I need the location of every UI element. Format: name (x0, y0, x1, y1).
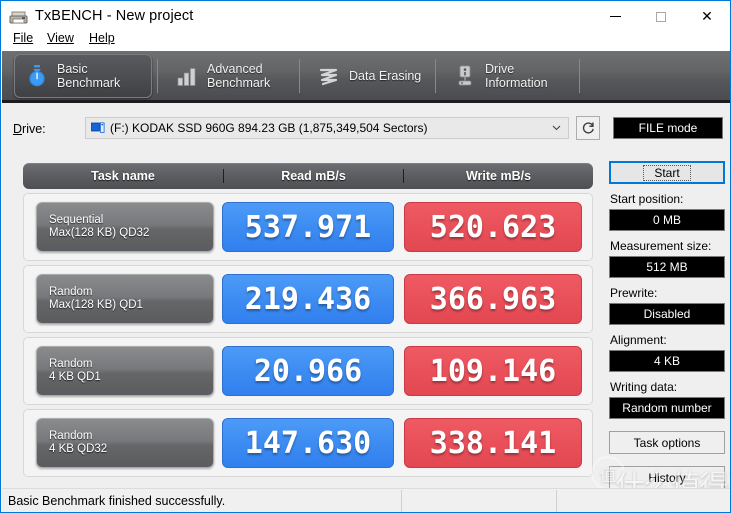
file-mode-button[interactable]: FILE mode (613, 117, 723, 139)
header-write: Write mB/s (403, 169, 593, 183)
status-message: Basic Benchmark finished successfully. (2, 490, 402, 512)
start-position-value[interactable]: 0 MB (609, 209, 725, 231)
task-button[interactable]: Random 4 KB QD32 (36, 418, 214, 468)
write-value: 338.141 (404, 418, 582, 468)
drive-info-icon (458, 65, 472, 86)
read-value: 147.630 (222, 418, 394, 468)
task-name-line1: Random (49, 358, 93, 370)
menu-view-label: View (47, 31, 74, 45)
task-name-line2: Max(128 KB) QD1 (49, 299, 143, 311)
write-value: 520.623 (404, 202, 582, 252)
maximize-icon (656, 11, 666, 22)
minimize-button[interactable] (592, 1, 638, 32)
close-button[interactable]: ✕ (684, 1, 730, 32)
refresh-icon (582, 121, 594, 133)
task-button[interactable]: Random Max(128 KB) QD1 (36, 274, 214, 324)
tab-separator-2 (299, 59, 300, 93)
measurement-size-value[interactable]: 512 MB (609, 256, 725, 278)
alignment-label: Alignment: (610, 333, 667, 347)
benchmark-results: Task name Read mB/s Write mB/s Sequentia… (23, 163, 593, 477)
bar-chart-icon (177, 68, 196, 86)
task-name-line2: Max(128 KB) QD32 (49, 227, 150, 239)
writing-data-value[interactable]: Random number (609, 397, 725, 419)
measurement-size-label: Measurement size: (610, 239, 712, 253)
read-value: 20.966 (222, 346, 394, 396)
tab-basic-benchmark[interactable]: Basic Benchmark (14, 54, 152, 98)
menu-bar: File View Help (1, 29, 730, 49)
drive-select[interactable]: (F:) KODAK SSD 960G 894.23 GB (1,875,349… (85, 117, 569, 139)
task-name-line1: Sequential (49, 214, 104, 226)
menu-file-label: File (13, 31, 34, 45)
task-button[interactable]: Random 4 KB QD1 (36, 346, 214, 396)
prewrite-value[interactable]: Disabled (609, 303, 725, 325)
table-row: Random 4 KB QD32 147.630 338.141 (23, 409, 593, 477)
window-title: TxBENCH - New project (35, 8, 194, 24)
read-value: 537.971 (222, 202, 394, 252)
tab-separator-4 (579, 59, 580, 93)
hard-drive-icon (91, 122, 105, 133)
tab-drive-information[interactable]: Drive Information (443, 54, 575, 98)
settings-sidebar: Start Start position: 0 MB Measurement s… (609, 161, 727, 489)
maximize-button[interactable] (638, 1, 684, 32)
table-row: Random Max(128 KB) QD1 219.436 366.963 (23, 265, 593, 333)
history-button[interactable]: History (609, 466, 725, 489)
tab-data-erasing[interactable]: Data Erasing (307, 54, 431, 98)
tab-separator-1 (157, 59, 158, 93)
start-button[interactable]: Start (609, 161, 725, 184)
tab-separator-3 (435, 59, 436, 93)
refresh-button[interactable] (576, 116, 600, 140)
read-value: 219.436 (222, 274, 394, 324)
history-label: History (648, 470, 686, 485)
menu-item-file[interactable]: File (8, 29, 38, 49)
close-icon: ✕ (701, 8, 713, 25)
status-segment-3 (557, 490, 730, 512)
tab-advanced-benchmark-label: Advanced Benchmark (207, 62, 271, 90)
printer-icon (9, 11, 28, 24)
header-read: Read mB/s (223, 169, 403, 183)
task-name-line2: 4 KB QD32 (49, 443, 108, 455)
tab-advanced-benchmark[interactable]: Advanced Benchmark (165, 54, 295, 98)
task-options-label: Task options (633, 435, 701, 450)
table-row: Sequential Max(128 KB) QD32 537.971 520.… (23, 193, 593, 261)
stopwatch-icon (29, 65, 45, 87)
minimize-icon (609, 16, 621, 17)
task-button[interactable]: Sequential Max(128 KB) QD32 (36, 202, 214, 252)
table-row: Random 4 KB QD1 20.966 109.146 (23, 337, 593, 405)
writing-data-label: Writing data: (610, 380, 678, 394)
task-name-line2: 4 KB QD1 (49, 371, 101, 383)
status-bar: Basic Benchmark finished successfully. (2, 488, 730, 512)
menu-help-label: Help (89, 31, 115, 45)
tab-strip: Basic Benchmark Advanced Benchmark Data Er… (2, 51, 730, 103)
menu-item-help[interactable]: Help (84, 29, 120, 49)
header-task-name: Task name (91, 169, 155, 183)
write-value: 109.146 (404, 346, 582, 396)
prewrite-label: Prewrite: (610, 286, 658, 300)
start-button-label: Start (643, 164, 691, 181)
start-position-label: Start position: (610, 192, 684, 206)
drive-selected-text: (F:) KODAK SSD 960G 894.23 GB (1,875,349… (110, 121, 428, 135)
task-name-line1: Random (49, 286, 93, 298)
scribble-erase-icon (319, 68, 338, 86)
status-segment-2 (402, 490, 557, 512)
txbench-window: TxBENCH - New project ✕ File View Help B… (0, 0, 731, 513)
results-header-row: Task name Read mB/s Write mB/s (23, 163, 593, 189)
chevron-down-icon (552, 125, 561, 131)
menu-item-view[interactable]: View (42, 29, 79, 49)
alignment-value[interactable]: 4 KB (609, 350, 725, 372)
tab-drive-information-label: Drive Information (485, 62, 548, 90)
tab-basic-benchmark-label: Basic Benchmark (57, 62, 121, 90)
task-name-line1: Random (49, 430, 93, 442)
drive-label: DDrive:rive: (13, 122, 46, 136)
write-value: 366.963 (404, 274, 582, 324)
tab-data-erasing-label: Data Erasing (349, 69, 422, 83)
task-options-button[interactable]: Task options (609, 431, 725, 454)
